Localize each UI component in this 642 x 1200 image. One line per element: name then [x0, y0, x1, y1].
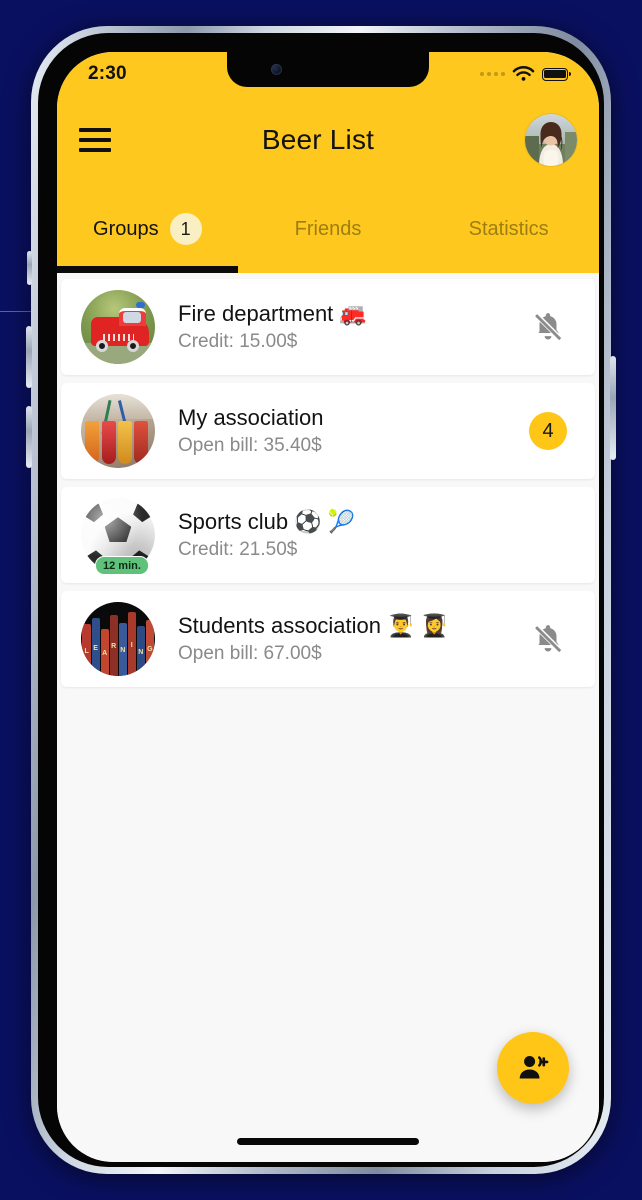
tab-friends[interactable]: Friends — [238, 199, 419, 273]
list-item[interactable]: LEARNING Students association 👨‍🎓 👩‍🎓 Op… — [61, 591, 595, 687]
tab-statistics-label: Statistics — [468, 217, 549, 240]
book-spine-letter: A — [102, 650, 108, 658]
phone-screen: 2:30 Beer List Groups 1 Friends Statisti… — [57, 52, 599, 1162]
book-spine-letter: G — [147, 645, 153, 653]
group-subtitle: Credit: 15.00$ — [178, 330, 298, 352]
book-spine-letter: I — [130, 641, 133, 649]
group-text-block: Sports club ⚽ 🎾 Credit: 21.50$ — [178, 508, 525, 562]
book-spine: N — [136, 625, 145, 676]
group-subtitle: Credit: 21.50$ — [178, 538, 298, 560]
battery-full-icon — [542, 67, 571, 81]
volume-up-button[interactable] — [26, 326, 32, 388]
group-text-block: Fire department 🚒 Credit: 15.00$ — [178, 300, 525, 354]
group-avatar: 12 min. — [81, 498, 155, 575]
phone-frame: 2:30 Beer List Groups 1 Friends Statisti… — [26, 26, 616, 1174]
group-list: Fire department 🚒 Credit: 15.00$ My asso… — [57, 273, 599, 1162]
book-spine: N — [118, 622, 127, 676]
fire-truck-avatar-image — [81, 290, 155, 364]
group-avatar — [81, 290, 155, 364]
app-bar: Beer List — [57, 90, 599, 190]
phone-bezel: 2:30 Beer List Groups 1 Friends Statisti… — [38, 33, 604, 1167]
hamburger-menu-icon[interactable] — [79, 128, 111, 152]
group-avatar: LEARNING — [81, 602, 155, 676]
group-subtitle: Open bill: 35.40$ — [178, 434, 322, 456]
wifi-icon — [512, 65, 535, 81]
tab-bar: Groups 1 Friends Statistics — [57, 199, 599, 273]
status-icons — [480, 60, 571, 83]
silent-switch-button[interactable] — [27, 251, 32, 285]
page-title: Beer List — [261, 124, 375, 155]
book-spine-letter: N — [120, 647, 126, 655]
avatar[interactable] — [525, 114, 577, 166]
power-button[interactable] — [610, 356, 616, 460]
tab-statistics[interactable]: Statistics — [418, 199, 599, 273]
avatar-photo — [525, 114, 577, 166]
volume-down-button[interactable] — [26, 406, 32, 468]
list-item-trailing: 4 — [525, 412, 571, 450]
group-name: My association — [178, 405, 324, 431]
list-item-trailing — [525, 310, 571, 344]
bell-off-icon[interactable] — [531, 310, 565, 344]
group-text-block: My association Open bill: 35.40$ — [178, 404, 525, 458]
front-camera-icon — [271, 64, 282, 75]
list-item[interactable]: My association Open bill: 35.40$ 4 — [61, 383, 595, 479]
tab-groups-label: Groups — [93, 217, 159, 240]
book-spine-letter: L — [84, 648, 89, 656]
device-notch — [227, 52, 429, 87]
time-badge: 12 min. — [95, 556, 149, 575]
group-avatar — [81, 394, 155, 468]
book-spine: E — [91, 618, 100, 676]
list-item-trailing — [525, 622, 571, 656]
signal-dots-icon — [480, 72, 505, 76]
book-spine: R — [109, 615, 118, 676]
app-header: 2:30 Beer List Groups 1 Friends Statisti… — [57, 52, 599, 273]
book-spine-letter: E — [93, 644, 98, 652]
list-item[interactable]: Fire department 🚒 Credit: 15.00$ — [61, 279, 595, 375]
add-person-icon — [519, 1055, 549, 1079]
book-spine-letter: N — [138, 648, 144, 656]
group-name: Fire department 🚒 — [178, 301, 367, 327]
add-group-button[interactable] — [497, 1032, 569, 1104]
unread-count-badge[interactable]: 4 — [529, 412, 567, 450]
home-indicator — [237, 1138, 419, 1145]
group-name: Students association 👨‍🎓 👩‍🎓 — [178, 613, 449, 639]
group-name: Sports club ⚽ 🎾 — [178, 509, 356, 535]
group-text-block: Students association 👨‍🎓 👩‍🎓 Open bill: … — [178, 612, 525, 666]
book-spine: I — [127, 612, 136, 676]
bell-off-icon[interactable] — [531, 622, 565, 656]
book-spine: L — [82, 624, 91, 676]
list-item[interactable]: 12 min. Sports club ⚽ 🎾 Credit: 21.50$ — [61, 487, 595, 583]
tab-groups[interactable]: Groups 1 — [57, 199, 238, 273]
status-time: 2:30 — [88, 63, 127, 84]
tab-friends-label: Friends — [294, 217, 362, 240]
books-avatar-image: LEARNING — [81, 602, 155, 676]
drinks-avatar-image — [81, 394, 155, 468]
tab-groups-badge: 1 — [169, 213, 202, 245]
book-spine-letter: R — [111, 643, 117, 651]
book-spine: G — [145, 619, 154, 676]
book-spine: A — [100, 628, 109, 676]
group-subtitle: Open bill: 67.00$ — [178, 642, 322, 664]
